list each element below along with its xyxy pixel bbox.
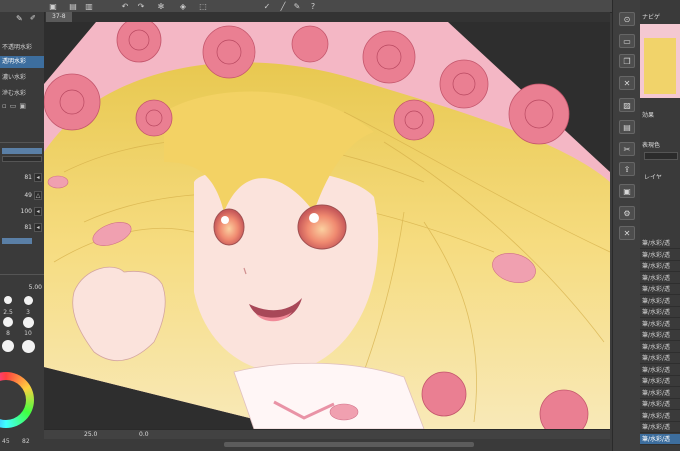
layer-row[interactable]: 筆/水彩/透 — [640, 388, 680, 399]
layer-row[interactable]: 筆/水彩/透 — [640, 250, 680, 261]
open-icon[interactable]: ▤ — [68, 1, 78, 11]
pen-icon[interactable]: ✓ — [262, 1, 272, 11]
tool-property-panel: ✎ ✐ 不透明水彩 透明水彩 濃い水彩 滲む水彩 ▫▭▣ 81 ◂ 49 △ 1… — [0, 12, 45, 451]
color-bar[interactable] — [2, 238, 32, 244]
zoom-icon[interactable]: ⊙ — [619, 12, 635, 26]
layer-row[interactable]: 筆/水彩/透 — [640, 353, 680, 364]
app-icon[interactable]: ▣ — [48, 1, 58, 11]
layer-panel: ナビゲ 効果 表現色 レイヤ 筆/水彩/透 筆/水彩/透 筆/水彩/透 筆/水彩/透筆… — [640, 0, 680, 451]
command-bar: ⊙ ▭ ❐ ✕ ▨ ▤ ✂ ⇪ ▣ ⚙ ✕ — [612, 0, 641, 451]
effect-label: 効果 — [642, 112, 655, 119]
warning-icon[interactable]: △ — [34, 191, 42, 200]
subtool-item-selected[interactable]: 透明水彩 — [0, 56, 44, 68]
property-row: 81 ◂ — [0, 172, 44, 183]
subtool-item[interactable]: 不透明水彩 — [0, 42, 44, 54]
layer-row[interactable]: 筆/水彩/透 — [640, 261, 680, 272]
document-tab-bar: 37-8 — [44, 12, 610, 22]
layer-row[interactable]: 筆/水彩/透 — [640, 342, 680, 353]
brush-icon[interactable]: ✎ — [292, 1, 302, 11]
value-label: 82 — [22, 438, 30, 445]
layer-row[interactable]: 筆/水彩/透 — [640, 296, 680, 307]
divider — [0, 142, 44, 143]
subtool-actions[interactable]: ▫▭▣ — [2, 102, 42, 110]
brush-size-dot[interactable] — [24, 296, 33, 305]
brush-icon[interactable]: ✐ — [30, 14, 40, 22]
select-icon[interactable]: ⬚ — [198, 1, 208, 11]
export-icon[interactable]: ⇪ — [619, 162, 635, 176]
angle-value[interactable]: 0.0 — [139, 431, 149, 438]
brush-size-dot[interactable] — [22, 340, 35, 353]
save-icon[interactable]: ▣ — [619, 184, 635, 198]
layer-row[interactable]: 筆/水彩/透 — [640, 411, 680, 422]
brush-size-dot[interactable] — [4, 296, 12, 304]
brush-size-label: 3 — [26, 309, 30, 316]
ruler-icon[interactable]: ╱ — [278, 1, 288, 11]
cut-icon[interactable]: ✂ — [619, 142, 635, 156]
subtool-item[interactable]: 濃い水彩 — [0, 72, 44, 84]
layer-row[interactable]: 筆/水彩/透 — [640, 307, 680, 318]
stepper[interactable]: ◂ — [34, 207, 42, 216]
layer-row[interactable]: 筆/水彩/透 — [640, 273, 680, 284]
stepper[interactable]: ◂ — [34, 223, 42, 232]
help-icon[interactable]: ? — [308, 1, 318, 11]
horizontal-scrollbar[interactable] — [44, 439, 610, 451]
canvas-area[interactable] — [44, 22, 610, 429]
undo-icon[interactable]: ↶ — [120, 1, 130, 11]
close-icon[interactable]: ✕ — [619, 226, 635, 240]
save-icon[interactable]: ▥ — [84, 1, 94, 11]
layer-row[interactable]: 筆/水彩/透 — [640, 284, 680, 295]
layer-row[interactable]: 筆/水彩/透 — [640, 238, 680, 249]
layer-list: 筆/水彩/透 筆/水彩/透 筆/水彩/透 筆/水彩/透 筆/水彩/透 筆/水彩/透 筆/水彩… — [640, 238, 680, 451]
property-row: 49 △ — [24, 191, 42, 200]
settings-icon[interactable]: ⚙ — [619, 206, 635, 220]
layer-row[interactable]: 筆/水彩/透 — [640, 422, 680, 433]
copy-icon[interactable]: ❐ — [619, 54, 635, 68]
brush-size-label: 2.5 — [3, 309, 13, 316]
brush-size-label: 10 — [24, 330, 32, 337]
close-icon[interactable]: ✕ — [619, 76, 635, 90]
new-icon[interactable]: ▭ — [619, 34, 635, 48]
fill-icon[interactable]: ◈ — [178, 1, 188, 11]
color-label: 表現色 — [642, 142, 661, 149]
layer-row[interactable]: 筆/水彩/透 — [640, 330, 680, 341]
color-mode-select[interactable] — [644, 152, 678, 160]
layer-row[interactable]: 筆/水彩/透 — [640, 433, 680, 445]
redo-icon[interactable]: ↷ — [136, 1, 146, 11]
navigator-preview[interactable] — [640, 24, 680, 98]
brush-size-dot[interactable] — [23, 317, 34, 328]
brush-size-dot[interactable] — [2, 340, 14, 352]
layer-row[interactable]: 筆/水彩/透 — [640, 319, 680, 330]
scroll-thumb[interactable] — [224, 442, 474, 447]
layer-row[interactable]: 筆/水彩/透 — [640, 376, 680, 387]
illustration-canvas[interactable] — [44, 22, 610, 429]
pen-icon[interactable]: ✎ — [16, 14, 24, 23]
settings-icon[interactable]: ✻ — [156, 1, 166, 11]
property-row: 100 ◂ — [0, 206, 44, 217]
value-label: 45 — [2, 438, 10, 445]
divider — [0, 274, 44, 275]
layer-icon[interactable]: ▤ — [619, 120, 635, 134]
brush-size-dot[interactable] — [3, 317, 13, 327]
navigator-label[interactable]: ナビゲ — [642, 12, 660, 21]
slider-track[interactable] — [2, 156, 42, 162]
color-wheel[interactable] — [0, 372, 34, 428]
stepper[interactable]: ◂ — [34, 173, 42, 182]
layer-header: レイヤ — [644, 174, 662, 181]
property-row: 81 ◂ — [0, 222, 44, 233]
artwork — [44, 22, 610, 429]
brush-size-label: 5.00 — [28, 284, 42, 291]
color-bar[interactable] — [2, 148, 42, 154]
brush-size-label: 8 — [6, 330, 10, 337]
zoom-value[interactable]: 25.0 — [84, 431, 97, 438]
layer-row[interactable]: 筆/水彩/透 — [640, 399, 680, 410]
subtool-item[interactable]: 滲む水彩 — [0, 88, 44, 100]
layer-row[interactable]: 筆/水彩/透 — [640, 365, 680, 376]
document-tab[interactable]: 37-8 — [46, 12, 72, 22]
image-icon[interactable]: ▨ — [619, 98, 635, 112]
